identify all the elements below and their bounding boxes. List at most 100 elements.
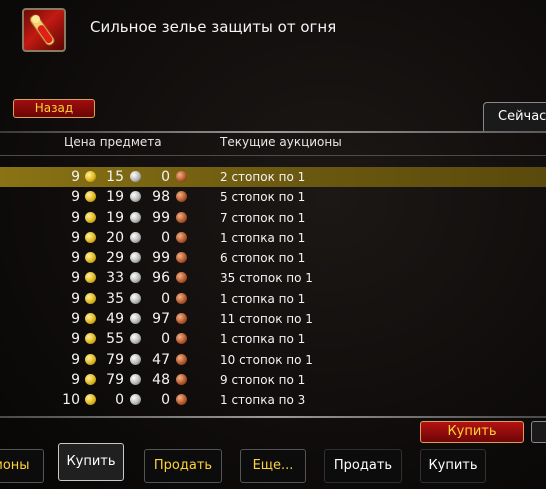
stack-info: 2 стопок по 1: [220, 170, 306, 184]
copper-coin-icon: [176, 171, 187, 182]
silver-coin-icon: [130, 333, 141, 345]
stack-info: 7 стопок по 1: [220, 210, 306, 225]
silver-amount: 15: [106, 169, 124, 185]
copper-amount: 96: [152, 270, 170, 287]
copper-coin-icon: [176, 353, 187, 365]
silver-coin-icon: [130, 394, 141, 406]
column-header-price[interactable]: Цена предмета: [64, 135, 162, 149]
copper-amount: 99: [152, 250, 170, 267]
copper-amount: 97: [152, 311, 170, 328]
silver-amount: 0: [115, 392, 124, 409]
copper-coin-icon: [176, 313, 187, 325]
tab-buy-secondary[interactable]: Купить: [420, 449, 486, 483]
gold-amount: 9: [71, 229, 80, 246]
silver-amount: 79: [106, 371, 124, 388]
table-row[interactable]: 9 79 47 10 стопок по 1: [0, 350, 546, 370]
silver-amount: 79: [106, 351, 124, 368]
copper-amount: 0: [161, 229, 170, 246]
table-row[interactable]: 9 49 97 11 стопок по 1: [0, 309, 546, 329]
bottom-divider: [0, 416, 546, 418]
silver-amount: 19: [106, 189, 124, 206]
tab-sell-secondary[interactable]: Продать: [324, 449, 402, 483]
gold-coin-icon: [85, 272, 96, 284]
gold-coin-icon: [85, 191, 96, 203]
stack-info: 11 стопок по 1: [220, 312, 313, 327]
table-row[interactable]: 9 29 99 6 стопок по 1: [0, 248, 546, 268]
tab-sell[interactable]: Продать: [144, 449, 222, 483]
gold-coin-icon: [85, 353, 96, 365]
copper-amount: 0: [161, 392, 170, 409]
gold-amount: 9: [71, 311, 80, 328]
header-divider: [0, 155, 546, 156]
copper-coin-icon: [176, 191, 187, 203]
frame-divider: [0, 131, 546, 133]
stack-info: 1 стопка по 1: [220, 230, 306, 245]
silver-coin-icon: [130, 211, 141, 223]
gold-amount: 9: [71, 351, 80, 368]
potion-icon[interactable]: [22, 8, 66, 52]
column-header-auctions[interactable]: Текущие аукционы: [220, 135, 342, 149]
silver-amount: 35: [106, 290, 124, 307]
silver-coin-icon: [130, 272, 141, 284]
stack-info: 9 стопок по 1: [220, 372, 306, 387]
table-row[interactable]: 9 35 0 1 стопка по 1: [0, 289, 546, 309]
table-row[interactable]: 9 55 0 1 стопка по 1: [0, 329, 546, 349]
silver-coin-icon: [130, 313, 141, 325]
silver-coin-icon: [130, 171, 141, 182]
tab-buy[interactable]: Купить: [58, 443, 124, 481]
table-row[interactable]: 9 19 98 5 стопок по 1: [0, 187, 546, 207]
copper-coin-icon: [176, 231, 187, 243]
item-title: Сильное зелье защиты от огня: [90, 18, 337, 36]
table-row[interactable]: 9 19 99 7 стопок по 1: [0, 208, 546, 228]
silver-coin-icon: [130, 231, 141, 243]
gold-coin-icon: [85, 333, 96, 345]
copper-coin-icon: [176, 292, 187, 304]
gold-coin-icon: [85, 231, 96, 243]
copper-amount: 0: [161, 290, 170, 307]
gold-amount: 9: [71, 250, 80, 267]
copper-amount: 99: [152, 209, 170, 226]
silver-coin-icon: [130, 191, 141, 203]
gold-coin-icon: [85, 171, 96, 182]
auction-list: 9 15 0 2 стопок по 1 9 19 98 5 стопок по 1 9 19 99…: [0, 167, 546, 411]
tab-now[interactable]: Сейчас: [483, 102, 546, 132]
table-row[interactable]: 9 33 96 35 стопок по 1: [0, 268, 546, 288]
gold-amount: 9: [71, 331, 80, 348]
silver-amount: 49: [106, 311, 124, 328]
copper-coin-icon: [176, 333, 187, 345]
stack-info: 6 стопок по 1: [220, 251, 306, 266]
copper-amount: 0: [161, 169, 170, 185]
copper-coin-icon: [176, 373, 187, 385]
cancel-button[interactable]: [531, 421, 546, 443]
tab-more[interactable]: Еще...: [240, 449, 306, 483]
silver-coin-icon: [130, 252, 141, 264]
silver-amount: 55: [106, 331, 124, 348]
silver-amount: 33: [106, 270, 124, 287]
gold-coin-icon: [85, 252, 96, 264]
gold-amount: 9: [71, 290, 80, 307]
gold-coin-icon: [85, 373, 96, 385]
stack-info: 10 стопок по 1: [220, 352, 313, 367]
gold-amount: 9: [71, 169, 80, 185]
back-button[interactable]: Назад: [13, 99, 95, 118]
copper-amount: 47: [152, 351, 170, 368]
table-row[interactable]: 9 20 0 1 стопка по 1: [0, 228, 546, 248]
table-row[interactable]: 10 0 0 1 стопка по 3: [0, 390, 546, 410]
gold-amount: 9: [71, 189, 80, 206]
table-row[interactable]: 9 79 48 9 стопок по 1: [0, 370, 546, 390]
table-row[interactable]: 9 15 0 2 стопок по 1: [0, 167, 546, 188]
gold-amount: 9: [71, 209, 80, 226]
gold-coin-icon: [85, 313, 96, 325]
copper-coin-icon: [176, 394, 187, 406]
stack-info: 5 стопок по 1: [220, 190, 306, 205]
buy-button[interactable]: Купить: [420, 421, 524, 443]
gold-coin-icon: [85, 211, 96, 223]
stack-info: 1 стопка по 1: [220, 291, 306, 306]
copper-amount: 98: [152, 189, 170, 206]
gold-amount: 9: [71, 270, 80, 287]
silver-coin-icon: [130, 373, 141, 385]
stack-info: 35 стопок по 1: [220, 271, 313, 286]
copper-amount: 0: [161, 331, 170, 348]
tab-auctions[interactable]: ионы: [0, 449, 44, 483]
copper-coin-icon: [176, 252, 187, 264]
